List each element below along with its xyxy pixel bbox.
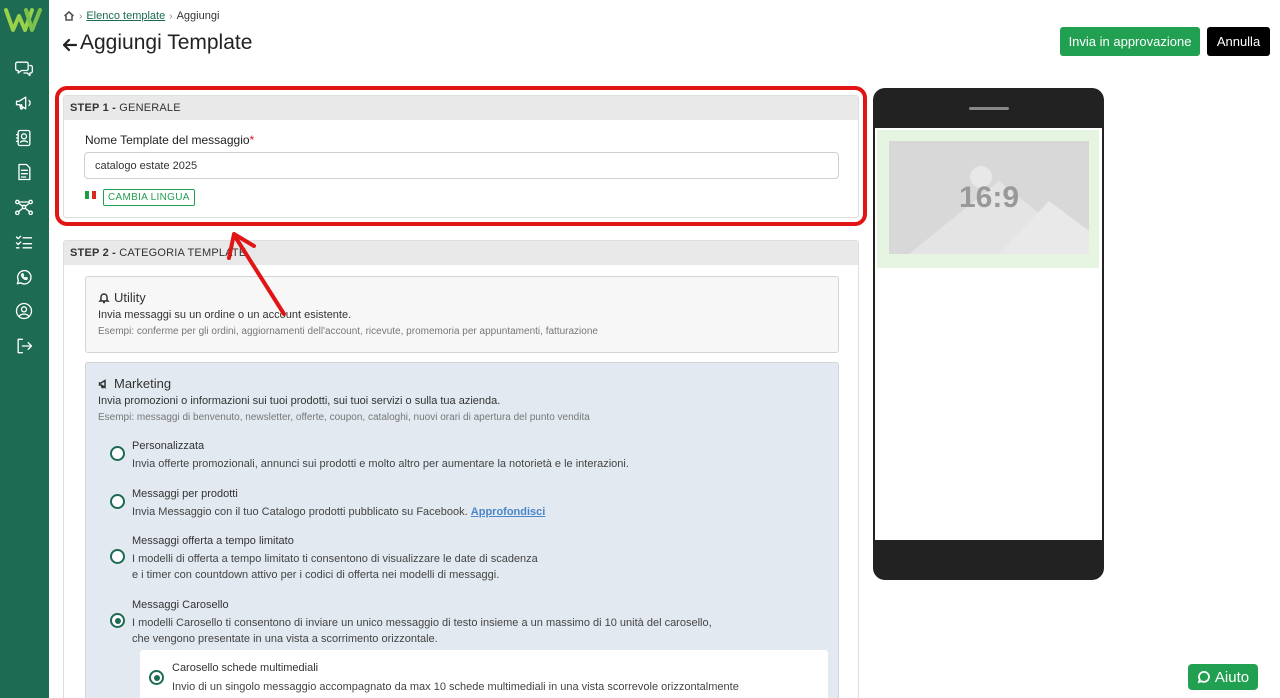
option-desc-line1: I modelli Carosello ti consentono di inv… (132, 617, 712, 629)
step1-header: STEP 1 - GENERALE (64, 96, 858, 120)
breadcrumb-current: Aggiungi (176, 10, 220, 22)
step1-card: STEP 1 - GENERALE Nome Template del mess… (63, 95, 859, 218)
page-title: Aggiungi Template (62, 31, 252, 55)
step2-card: STEP 2 - CATEGORIA TEMPLATE Utility Invi… (63, 240, 859, 698)
marketing-title-text: Marketing (114, 376, 172, 391)
document-icon[interactable] (12, 161, 36, 183)
option-title: Messaggi per prodotti (132, 488, 238, 500)
step2-title: CATEGORIA TEMPLATE (119, 247, 247, 259)
back-arrow-icon[interactable] (62, 35, 78, 52)
italian-flag-icon (85, 191, 97, 199)
sub-option-title: Carosello schede multimediali (172, 662, 319, 674)
step1-title: GENERALE (119, 102, 181, 114)
media-ratio-label: 16:9 (958, 181, 1020, 214)
radio-carousel-media[interactable] (149, 670, 164, 685)
radio-personalizzata[interactable] (110, 446, 125, 461)
step1-number: STEP 1 - (70, 102, 120, 114)
step2-header: STEP 2 - CATEGORIA TEMPLATE (64, 241, 858, 265)
breadcrumb-separator: › (169, 10, 173, 22)
megaphone-icon[interactable] (12, 92, 36, 114)
bell-icon (98, 292, 110, 303)
flow-icon[interactable] (12, 196, 36, 218)
marketing-desc: Invia promozioni o informazioni sui tuoi… (98, 395, 501, 407)
category-marketing[interactable]: Marketing Invia promozioni o informazion… (85, 362, 839, 698)
option-title: Messaggi offerta a tempo limitato (132, 535, 294, 547)
required-mark: * (249, 133, 255, 147)
message-bubble: 16:9 (877, 130, 1099, 268)
logo-icon[interactable] (4, 6, 44, 34)
template-name-label-text: Nome Template del messaggio (85, 133, 250, 147)
home-icon[interactable] (63, 10, 75, 22)
option-desc: I modelli di offerta a tempo limitato ti… (132, 551, 538, 583)
option-desc-line2: e i timer con countdown attivo per i cod… (132, 569, 500, 581)
chat-icon[interactable] (12, 57, 36, 79)
sidebar (0, 0, 49, 698)
media-placeholder: 16:9 (889, 141, 1089, 254)
breadcrumb: › Elenco template › Aggiungi (63, 10, 219, 22)
phone-screen: 16:9 (875, 128, 1102, 540)
marketing-title: Marketing (98, 376, 171, 391)
radio-limited-time-offer[interactable] (110, 549, 125, 564)
whatsapp-icon (1197, 670, 1210, 684)
sub-option-carousel-media[interactable]: Carosello schede multimediali Invio di u… (140, 650, 828, 698)
sub-option-desc: Invio di un singolo messaggio accompagna… (172, 681, 739, 693)
submit-approval-button[interactable]: Invia in approvazione (1060, 27, 1200, 56)
option-desc-text: Invia Messaggio con il tuo Catalogo prod… (132, 506, 468, 518)
logout-icon[interactable] (12, 335, 36, 357)
template-name-input[interactable] (84, 152, 839, 179)
breadcrumb-separator: › (79, 10, 83, 22)
marketing-example: Esempi: messaggi di benvenuto, newslette… (98, 412, 590, 423)
template-name-label: Nome Template del messaggio* (85, 133, 254, 147)
utility-example: Esempi: conferme per gli ordini, aggiorn… (98, 326, 598, 337)
step2-number: STEP 2 - (70, 247, 120, 259)
help-label: Aiuto (1214, 668, 1250, 686)
utility-title: Utility (98, 290, 146, 305)
option-desc: I modelli Carosello ti consentono di inv… (132, 615, 712, 647)
utility-desc: Invia messaggi su un ordine o un account… (98, 309, 352, 321)
option-desc-line2: che vengono presentate in una vista a sc… (132, 633, 438, 645)
phone-preview: 16:9 (873, 88, 1104, 580)
option-desc: Invia Messaggio con il tuo Catalogo prod… (132, 504, 545, 520)
option-desc-line1: I modelli di offerta a tempo limitato ti… (132, 553, 538, 565)
learn-more-link[interactable]: Approfondisci (471, 506, 546, 518)
change-language-button[interactable]: CAMBIA LINGUA (103, 189, 195, 206)
megaphone-icon (98, 378, 106, 389)
phone-speaker (969, 107, 1009, 110)
option-title: Messaggi Carosello (132, 599, 229, 611)
radio-carousel[interactable] (110, 613, 125, 628)
cancel-button[interactable]: Annulla (1207, 27, 1270, 56)
option-desc: Invia offerte promozionali, annunci sui … (132, 458, 629, 470)
user-circle-icon[interactable] (12, 300, 36, 322)
radio-product-messages[interactable] (110, 494, 125, 509)
help-button[interactable]: Aiuto (1188, 664, 1258, 690)
breadcrumb-link-template-list[interactable]: Elenco template (86, 10, 165, 22)
page-title-text: Aggiungi Template (80, 31, 253, 54)
option-title: Personalizzata (132, 440, 205, 452)
utility-title-text: Utility (114, 290, 146, 305)
category-utility[interactable]: Utility Invia messaggi su un ordine o un… (85, 276, 839, 353)
contacts-icon[interactable] (12, 127, 36, 149)
checklist-icon[interactable] (12, 231, 36, 253)
whatsapp-icon[interactable] (12, 266, 36, 288)
